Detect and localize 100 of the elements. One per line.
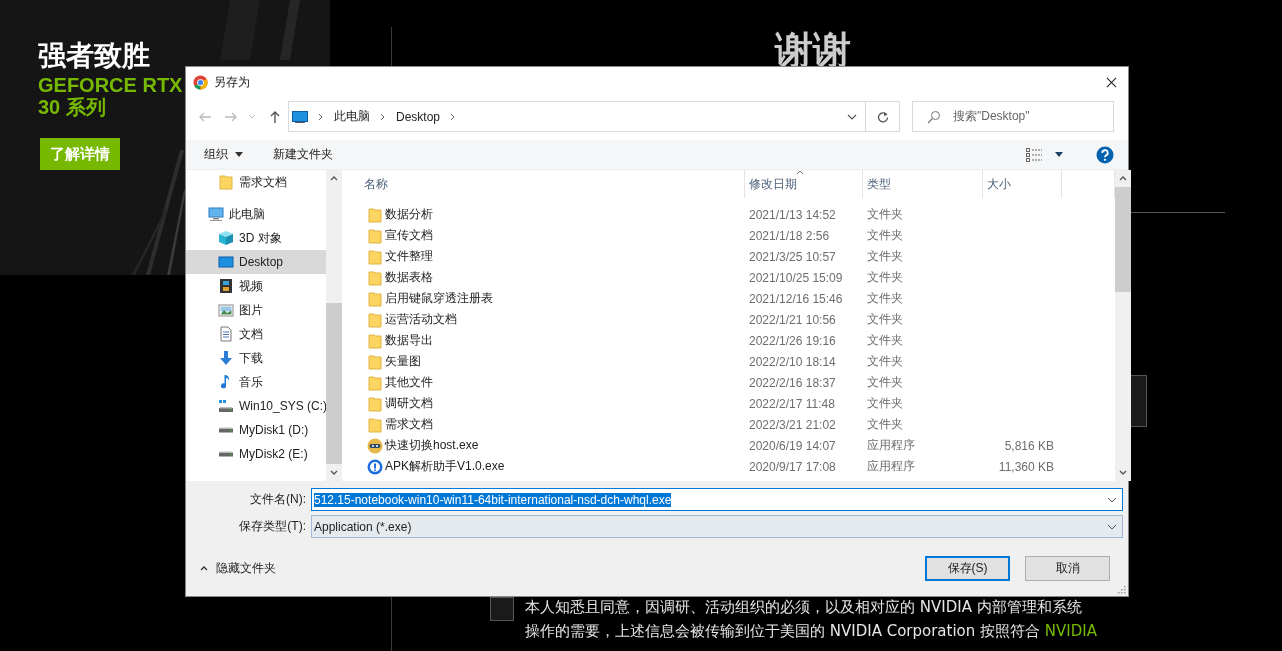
dropdown-icon[interactable] [1055,152,1063,157]
search-field[interactable]: 搜索"Desktop" [912,101,1114,132]
file-date: 2022/1/21 10:56 [749,312,836,327]
browser-icon [193,74,208,90]
file-type: 文件夹 [867,269,903,286]
image-icon [218,302,234,318]
column-header[interactable]: 修改日期 [745,170,863,198]
nav-item[interactable]: Win10_SYS (C:) [186,394,326,418]
file-name[interactable]: 宣传文档 [385,227,433,244]
cube-icon [218,230,234,246]
nav-item[interactable]: Desktop [186,250,326,274]
hide-folders-button[interactable]: 隐藏文件夹 [194,559,282,578]
column-header[interactable]: 类型 [863,170,983,198]
nav-item[interactable]: 下载 [186,346,326,370]
file-type: 文件夹 [867,227,903,244]
search-icon [927,109,941,124]
nav-item[interactable]: 3D 对象 [186,226,326,250]
up-icon[interactable] [268,109,282,124]
dropdown-icon[interactable] [847,113,857,120]
system-drive-icon [218,398,234,414]
page-title: 谢谢 [775,27,851,74]
column-header[interactable]: 大小 [983,170,1062,198]
file-name[interactable]: 数据分析 [385,206,433,223]
file-type: 文件夹 [867,311,903,328]
breadcrumb-item[interactable]: Desktop [396,109,441,124]
scroll-down-icon[interactable] [1119,470,1127,475]
promo-series: 30 系列 [38,96,106,118]
nav-item[interactable]: 此电脑 [186,202,326,226]
filetype-select[interactable]: Application (*.exe) [311,515,1123,538]
folder-icon [367,206,383,223]
scroll-up-icon[interactable] [1119,176,1127,181]
file-name[interactable]: 启用键鼠穿透注册表 [385,290,493,307]
filename-label: 文件名(N): [249,491,307,508]
nav-item[interactable]: 音乐 [186,370,326,394]
consent-checkbox[interactable] [490,597,514,621]
filename-field[interactable]: 512.15-notebook-win10-win11-64bit-international-nsd-dch-whql.exe [311,488,1123,511]
nav-item[interactable]: 视频 [186,274,326,298]
organize-button[interactable]: 组织 [196,143,251,166]
view-list-icon[interactable] [1026,147,1042,162]
file-date: 2022/2/10 18:14 [749,354,836,369]
resize-grip-icon[interactable] [1117,585,1126,594]
file-date: 2022/2/17 11:48 [749,396,835,411]
privacy-link[interactable]: NVIDIA [1044,622,1097,640]
nav-item[interactable]: MyDisk1 (D:) [186,418,326,442]
file-name[interactable]: 矢量图 [385,353,421,370]
file-name[interactable]: 数据导出 [385,332,433,349]
file-type: 应用程序 [867,458,915,475]
file-name[interactable]: 需求文档 [385,416,433,433]
file-name[interactable]: 调研文档 [385,395,433,412]
folder-icon [367,227,383,244]
nav-item[interactable]: 图片 [186,298,326,322]
file-date: 2021/1/13 14:52 [749,207,836,222]
refresh-button[interactable] [866,101,900,132]
filetype-label: 保存类型(T): [238,518,307,535]
file-name[interactable]: 文件整理 [385,248,433,265]
file-date: 2020/6/19 14:07 [749,438,836,453]
folder-icon [367,290,383,307]
file-type: 文件夹 [867,248,903,265]
folder-icon [218,174,234,190]
file-type: 文件夹 [867,290,903,307]
scrollbar[interactable] [1115,170,1131,481]
close-icon[interactable] [1106,76,1117,88]
drive-icon [218,427,234,433]
file-type: 文件夹 [867,353,903,370]
file-type: 文件夹 [867,374,903,391]
folder-icon [367,248,383,265]
file-date: 2021/1/18 2:56 [749,228,830,243]
scroll-down-icon[interactable] [330,470,338,475]
folder-icon [367,332,383,349]
file-type: 文件夹 [867,332,903,349]
file-name[interactable]: 快速切换host.exe [385,437,479,454]
scroll-up-icon[interactable] [330,176,338,181]
monitor-icon [208,206,224,222]
file-type: 文件夹 [867,416,903,433]
breadcrumb-item[interactable]: 此电脑 [334,108,370,125]
chevron-icon [318,112,324,121]
scrollbar[interactable] [326,170,342,481]
file-name[interactable]: 运营活动文档 [385,311,457,328]
column-header[interactable]: 名称 [345,170,745,198]
file-name[interactable]: 其他文件 [385,374,433,391]
nav-item[interactable]: 文档 [186,322,326,346]
app-icon [367,437,383,454]
cancel-button[interactable]: 取消 [1025,556,1110,581]
file-date: 2022/1/26 19:16 [749,333,836,348]
help-icon[interactable] [1096,145,1114,164]
save-button[interactable]: 保存(S) [925,556,1010,581]
file-date: 2022/2/16 18:37 [749,375,836,390]
app-icon [367,458,383,475]
promo-brand: GEFORCE RTX [38,74,183,96]
refresh-icon [876,110,889,123]
file-name[interactable]: APK解析助手V1.0.exe [385,458,505,475]
new-folder-button[interactable]: 新建文件夹 [265,143,341,166]
monitor-icon [218,254,234,270]
dialog-title: 另存为 [214,73,250,91]
nav-item[interactable]: MyDisk2 (E:) [186,442,326,466]
file-date: 2020/9/17 17:08 [749,459,836,474]
address-bar[interactable]: 此电脑 Desktop [288,101,866,132]
nav-item[interactable]: 需求文档 [186,170,326,194]
chevron-icon [380,112,386,121]
file-name[interactable]: 数据表格 [385,269,433,286]
